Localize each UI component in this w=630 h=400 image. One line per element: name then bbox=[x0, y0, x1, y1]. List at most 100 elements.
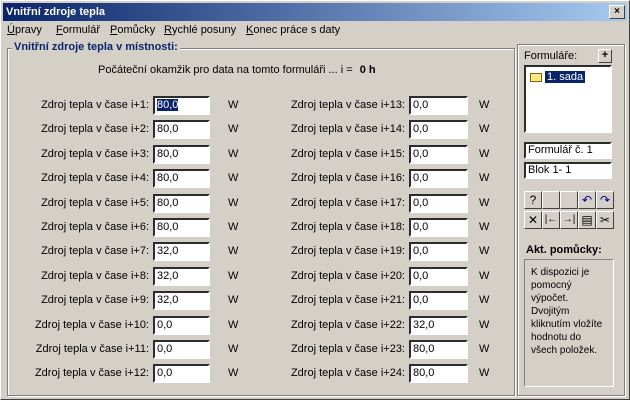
undo-button[interactable]: ↶ bbox=[578, 191, 596, 209]
heat-value-text: 32,0 bbox=[157, 245, 179, 257]
title-bar[interactable]: Vnitřní zdroje tepla × bbox=[3, 3, 627, 21]
field-label: Zdroj tepla v čase i+7: bbox=[41, 245, 149, 257]
heat-value-input[interactable]: 0,0 bbox=[409, 169, 468, 188]
unit-label: W bbox=[479, 367, 490, 379]
heat-value-input[interactable]: 32,0 bbox=[153, 242, 210, 261]
cut-button[interactable]: ✂ bbox=[596, 211, 614, 229]
blank-button-2[interactable] bbox=[560, 191, 578, 209]
unit-label: W bbox=[228, 245, 239, 257]
field-label: Zdroj tepla v čase i+18: bbox=[290, 221, 405, 233]
field-label: Zdroj tepla v čase i+1: bbox=[41, 99, 149, 111]
heat-value-text: 0,0 bbox=[413, 294, 429, 306]
unit-label: W bbox=[479, 294, 490, 306]
heat-value-input[interactable]: 80,0 bbox=[153, 96, 210, 115]
heat-value-input[interactable]: 80,0 bbox=[153, 218, 210, 237]
heat-value-text: 0,0 bbox=[413, 270, 429, 282]
heat-value-input[interactable]: 0,0 bbox=[409, 96, 468, 115]
group-title: Vnitřní zdroje tepla v místnosti: bbox=[12, 41, 180, 53]
help-button[interactable]: ? bbox=[524, 191, 542, 209]
window-title: Vnitřní zdroje tepla bbox=[6, 6, 106, 18]
unit-label: W bbox=[479, 319, 490, 331]
add-form-button[interactable]: + bbox=[598, 49, 612, 63]
heat-value-text: 0,0 bbox=[157, 343, 173, 355]
heat-value-input[interactable]: 80,0 bbox=[153, 169, 210, 188]
field-label: Zdroj tepla v čase i+12: bbox=[34, 367, 149, 379]
heat-value-input[interactable]: 0,0 bbox=[409, 267, 468, 286]
field-label: Zdroj tepla v čase i+4: bbox=[41, 172, 149, 184]
field-label: Zdroj tepla v čase i+15: bbox=[290, 148, 405, 160]
heat-value-input[interactable]: 0,0 bbox=[153, 340, 210, 359]
heat-value-input[interactable]: 0,0 bbox=[409, 145, 468, 164]
block-field: Blok 1- 1 bbox=[524, 162, 612, 179]
heat-value-text: 80,0 bbox=[157, 123, 179, 135]
unit-label: W bbox=[228, 172, 239, 184]
unit-label: W bbox=[228, 123, 239, 135]
paste-button[interactable]: ▤ bbox=[578, 211, 596, 229]
unit-label: W bbox=[479, 123, 490, 135]
unit-label: W bbox=[479, 270, 490, 282]
go-last-button[interactable]: →| bbox=[560, 211, 578, 229]
field-label: Zdroj tepla v čase i+11: bbox=[35, 343, 149, 355]
unit-label: W bbox=[228, 367, 239, 379]
heat-value-input[interactable]: 0,0 bbox=[153, 364, 210, 383]
heat-value-text: 0,0 bbox=[413, 123, 429, 135]
close-button[interactable]: × bbox=[609, 5, 625, 19]
field-label: Zdroj tepla v čase i+17: bbox=[290, 197, 405, 209]
tree-item-1[interactable]: 1. sada bbox=[530, 70, 586, 84]
field-label: Zdroj tepla v čase i+14: bbox=[290, 123, 405, 135]
heat-value-input[interactable]: 32,0 bbox=[153, 291, 210, 310]
heat-value-text: 80,0 bbox=[157, 197, 179, 209]
heat-value-text: 0,0 bbox=[413, 148, 429, 160]
blank-button-1[interactable] bbox=[542, 191, 560, 209]
heat-value-input[interactable]: 80,0 bbox=[153, 145, 210, 164]
heat-value-text: 80,0 bbox=[157, 99, 179, 111]
unit-label: W bbox=[228, 270, 239, 282]
heat-value-input[interactable]: 0,0 bbox=[409, 218, 468, 237]
heat-value-input[interactable]: 32,0 bbox=[409, 316, 468, 335]
heat-value-text: 32,0 bbox=[413, 319, 435, 331]
unit-label: W bbox=[228, 99, 239, 111]
menu-formular[interactable]: Formulář bbox=[56, 24, 100, 36]
aids-box: K dispozici je pomocný výpočet. Dvojitým… bbox=[524, 259, 614, 387]
heat-value-input[interactable]: 80,0 bbox=[409, 364, 468, 383]
heat-value-input[interactable]: 0,0 bbox=[153, 316, 210, 335]
field-label: Zdroj tepla v čase i+3: bbox=[41, 148, 149, 160]
heat-value-input[interactable]: 0,0 bbox=[409, 291, 468, 310]
menu-upravy[interactable]: Úpravy bbox=[7, 24, 42, 36]
unit-label: W bbox=[479, 221, 490, 233]
menu-konec-prace[interactable]: Konec práce s daty bbox=[246, 24, 340, 36]
folder-icon bbox=[530, 72, 542, 82]
unit-label: W bbox=[228, 294, 239, 306]
heat-value-input[interactable]: 0,0 bbox=[409, 120, 468, 139]
heat-value-input[interactable]: 0,0 bbox=[409, 194, 468, 213]
heat-value-input[interactable]: 32,0 bbox=[153, 267, 210, 286]
unit-label: W bbox=[228, 221, 239, 233]
field-label: Zdroj tepla v čase i+9: bbox=[41, 294, 149, 306]
start-time-line: Počáteční okamžik pro data na tomto form… bbox=[98, 64, 376, 76]
heat-value-text: 80,0 bbox=[157, 221, 179, 233]
field-label: Zdroj tepla v čase i+22: bbox=[290, 319, 405, 331]
field-label: Zdroj tepla v čase i+16: bbox=[290, 172, 405, 184]
field-label: Zdroj tepla v čase i+23: bbox=[290, 343, 405, 355]
redo-button[interactable]: ↷ bbox=[596, 191, 614, 209]
heat-value-input[interactable]: 80,0 bbox=[409, 340, 468, 359]
heat-value-text: 80,0 bbox=[413, 367, 435, 379]
menu-pomucky[interactable]: Pomůcky bbox=[110, 24, 155, 36]
heat-value-text: 0,0 bbox=[157, 319, 173, 331]
field-label: Zdroj tepla v čase i+19: bbox=[290, 245, 405, 257]
start-time-label: Počáteční okamžik pro data na tomto form… bbox=[98, 64, 353, 76]
app-window: Vnitřní zdroje tepla × Úpravy Formulář P… bbox=[0, 0, 630, 400]
forms-tree[interactable]: 1. sada bbox=[524, 65, 612, 133]
unit-label: W bbox=[479, 197, 490, 209]
side-panel: Formuláře: + 1. sada Formulář č. 1 Blok … bbox=[517, 44, 625, 396]
field-label: Zdroj tepla v čase i+6: bbox=[41, 221, 149, 233]
field-label: Zdroj tepla v čase i+24: bbox=[290, 367, 405, 379]
heat-value-input[interactable]: 80,0 bbox=[153, 194, 210, 213]
go-first-button[interactable]: |← bbox=[542, 211, 560, 229]
unit-label: W bbox=[479, 245, 490, 257]
delete-button[interactable]: ✕ bbox=[524, 211, 542, 229]
menu-rychle-posuny[interactable]: Rychlé posuny bbox=[164, 24, 236, 36]
heat-value-input[interactable]: 0,0 bbox=[409, 242, 468, 261]
unit-label: W bbox=[479, 343, 490, 355]
heat-value-input[interactable]: 80,0 bbox=[153, 120, 210, 139]
